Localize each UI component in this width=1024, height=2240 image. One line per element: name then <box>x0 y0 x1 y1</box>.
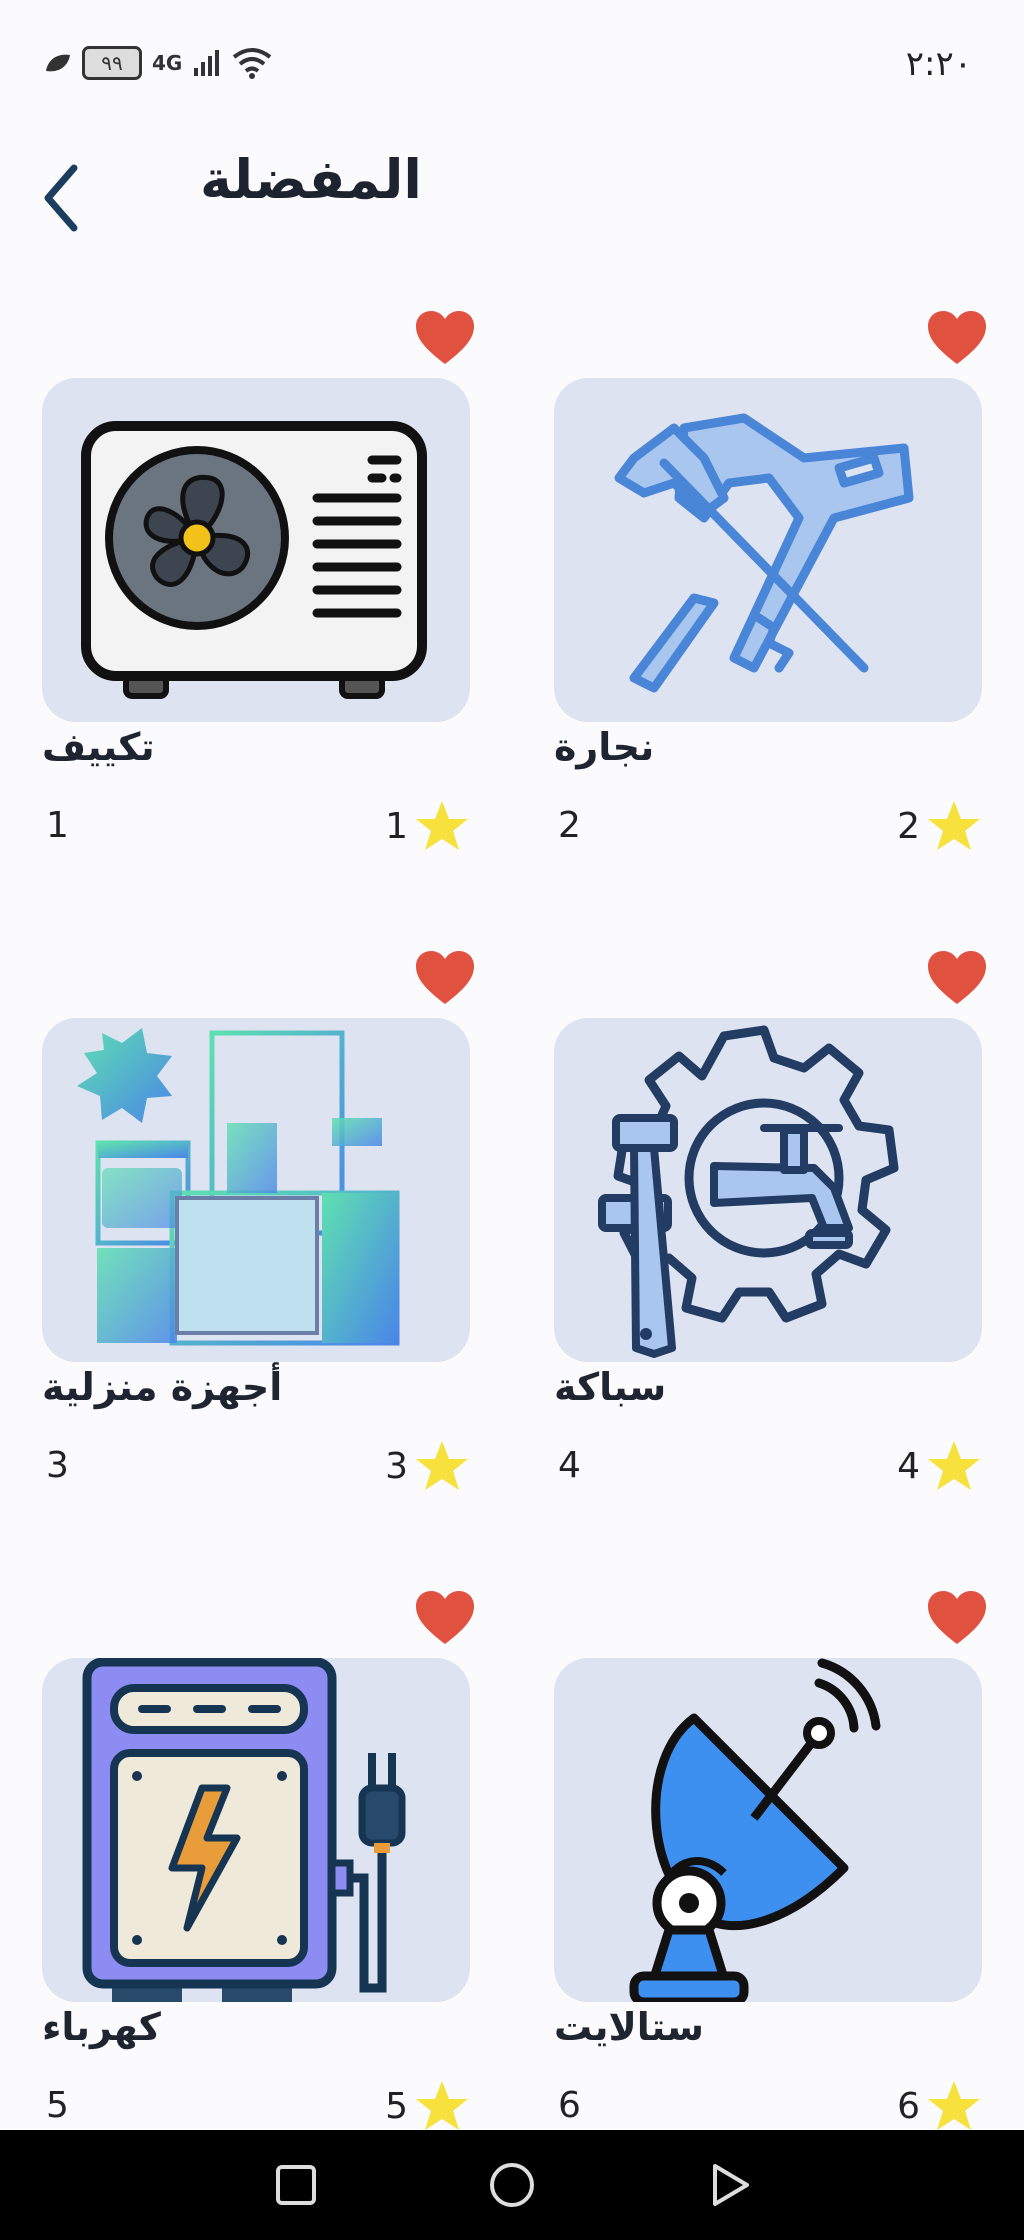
card-rating: 6 <box>897 2079 982 2133</box>
page-header: المفضلة <box>0 140 1024 260</box>
signal-icon <box>194 50 220 76</box>
heart-icon[interactable] <box>926 1590 988 1646</box>
rating-value: 1 <box>385 805 408 847</box>
square-icon <box>276 2165 316 2205</box>
status-bar: ٩٩ 4G ٢:٢٠ <box>0 0 1024 130</box>
nav-back-button[interactable] <box>705 2160 755 2210</box>
page-title: المفضلة <box>200 148 422 211</box>
star-icon <box>928 801 980 850</box>
home-appliances-icon <box>77 1028 400 1346</box>
star-icon <box>416 1441 468 1490</box>
card-count: 2 <box>558 805 581 846</box>
favorite-card[interactable]: أجهزة منزلية 3 3 <box>42 950 474 1550</box>
card-title: نجارة <box>554 725 655 769</box>
favorite-card[interactable]: تكييف 1 1 <box>42 310 474 910</box>
card-rating: 3 <box>385 1439 470 1493</box>
favorite-card[interactable]: ستالايت 6 6 <box>554 1590 986 2190</box>
heart-icon[interactable] <box>926 950 988 1006</box>
card-count: 6 <box>558 2085 581 2126</box>
star-icon <box>928 2081 980 2130</box>
electricity-generator-icon <box>82 1658 406 2002</box>
card-rating: 5 <box>385 2079 470 2133</box>
back-button[interactable] <box>38 158 88 238</box>
air-conditioner-icon <box>81 421 427 699</box>
card-meta: 4 4 <box>554 1441 982 1495</box>
chevron-left-icon <box>44 164 78 232</box>
star-icon <box>928 1441 980 1490</box>
favorite-card[interactable]: نجارة 2 2 <box>554 310 986 910</box>
card-title: كهرباء <box>42 2005 161 2049</box>
card-count: 4 <box>558 1445 581 1486</box>
card-meta: 6 6 <box>554 2081 982 2135</box>
heart-icon[interactable] <box>414 1590 476 1646</box>
satellite-dish-icon <box>629 1658 881 2002</box>
carpentry-tools-icon <box>614 413 914 693</box>
favorite-card[interactable]: كهرباء 5 5 <box>42 1590 474 2190</box>
favorite-card[interactable]: سباكة 4 4 <box>554 950 986 1550</box>
card-title: ستالايت <box>554 2005 704 2049</box>
card-image <box>554 1018 982 1362</box>
card-title: تكييف <box>42 725 155 769</box>
card-rating: 1 <box>385 799 470 853</box>
rating-value: 2 <box>897 805 920 847</box>
card-meta: 1 1 <box>42 801 470 855</box>
rating-value: 6 <box>897 2085 920 2127</box>
plumbing-gear-icon <box>598 1025 899 1358</box>
heart-icon[interactable] <box>926 310 988 366</box>
rating-value: 5 <box>385 2085 408 2127</box>
heart-icon[interactable] <box>414 950 476 1006</box>
network-type: 4G <box>152 51 183 75</box>
card-meta: 5 5 <box>42 2081 470 2135</box>
status-icons: ٩٩ 4G <box>44 46 272 80</box>
battery-indicator: ٩٩ <box>82 46 142 80</box>
card-image <box>554 378 982 722</box>
system-nav-bar <box>0 2130 1024 2240</box>
favorites-grid: نجارة 2 2 تكييف 1 1 سباكة 4 4 أجهزة منزل… <box>0 310 1024 2130</box>
circle-icon <box>490 2163 534 2207</box>
card-image <box>42 1658 470 2002</box>
card-title: أجهزة منزلية <box>42 1365 283 1409</box>
rating-value: 4 <box>897 1445 920 1487</box>
triangle-back-icon <box>713 2164 749 2206</box>
card-count: 1 <box>46 805 69 846</box>
card-meta: 3 3 <box>42 1441 470 1495</box>
battery-level: ٩٩ <box>101 51 123 75</box>
card-image <box>42 1018 470 1362</box>
star-icon <box>416 801 468 850</box>
card-rating: 2 <box>897 799 982 853</box>
card-rating: 4 <box>897 1439 982 1493</box>
card-meta: 2 2 <box>554 801 982 855</box>
wifi-icon <box>233 48 272 79</box>
rating-value: 3 <box>385 1445 408 1487</box>
status-time: ٢:٢٠ <box>905 44 972 84</box>
leaf-icon <box>46 54 70 72</box>
star-icon <box>416 2081 468 2130</box>
card-image <box>42 378 470 722</box>
home-button[interactable] <box>487 2160 537 2210</box>
heart-icon[interactable] <box>414 310 476 366</box>
card-image <box>554 1658 982 2002</box>
recents-button[interactable] <box>271 2160 321 2210</box>
card-count: 3 <box>46 1445 69 1486</box>
card-title: سباكة <box>554 1365 667 1409</box>
card-count: 5 <box>46 2085 69 2126</box>
